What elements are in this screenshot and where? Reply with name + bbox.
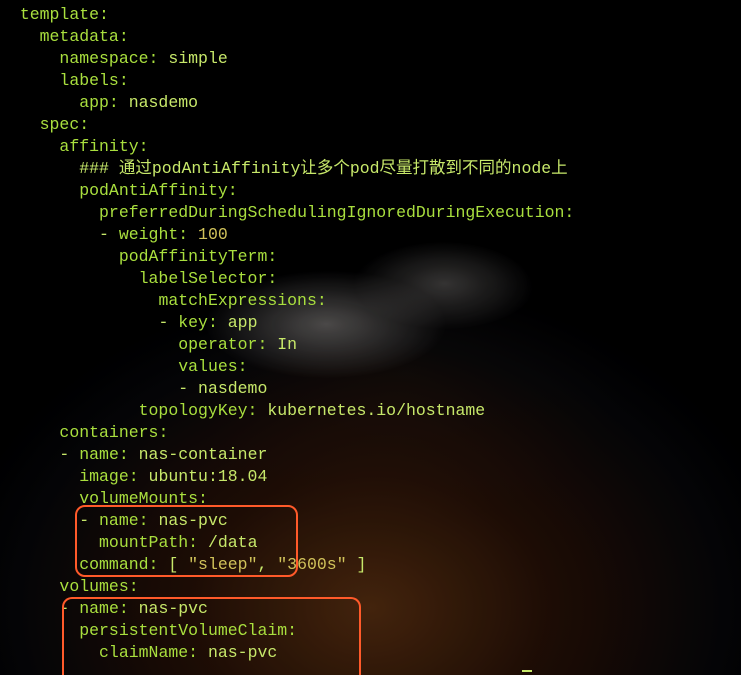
dash-icon: -	[99, 225, 119, 244]
key-mountpath: mountPath:	[99, 533, 198, 552]
val-operator: In	[267, 335, 297, 354]
comment-line: ### 通过podAntiAffinity让多个pod尽量打散到不同的node上	[79, 159, 567, 178]
key-preferred: preferredDuringSchedulingIgnoredDuringEx…	[99, 203, 574, 222]
key-metadata: metadata:	[40, 27, 129, 46]
key-topologykey: topologyKey:	[139, 401, 258, 420]
key-podaffinityterm: podAffinityTerm:	[119, 247, 277, 266]
key-volumes: volumes:	[59, 577, 138, 596]
key-values: values:	[178, 357, 247, 376]
val-weight: 100	[188, 225, 228, 244]
dash-icon: -	[79, 511, 99, 530]
val-app: nasdemo	[119, 93, 198, 112]
key-containers: containers:	[59, 423, 168, 442]
key-command: command:	[79, 555, 158, 574]
val-container-name: nas-container	[129, 445, 268, 464]
key-namespace: namespace:	[59, 49, 158, 68]
dash-icon: -	[59, 599, 79, 618]
key-vm-name: name:	[99, 511, 149, 530]
yaml-code-block: template: metadata: namespace: simple la…	[0, 0, 741, 664]
val-image: ubuntu:18.04	[139, 467, 268, 486]
key-claimname: claimName:	[99, 643, 198, 662]
key-weight: weight:	[119, 225, 188, 244]
val-namespace: simple	[158, 49, 227, 68]
key-podantiaffinity: podAntiAffinity:	[79, 181, 237, 200]
comma: ,	[257, 555, 277, 574]
val-mountpath: /data	[198, 533, 257, 552]
val-vol-name: nas-pvc	[129, 599, 208, 618]
key-labels: labels:	[59, 71, 128, 90]
key-pvc: persistentVolumeClaim:	[79, 621, 297, 640]
val-key: app	[218, 313, 258, 332]
dash-icon: -	[178, 379, 198, 398]
key-volumemounts: volumeMounts:	[79, 489, 208, 508]
bracket-close: ]	[347, 555, 367, 574]
bracket-open: [	[158, 555, 188, 574]
key-matchexpressions: matchExpressions:	[158, 291, 326, 310]
val-topologykey: kubernetes.io/hostname	[257, 401, 485, 420]
val-claimname: nas-pvc	[198, 643, 277, 662]
key-spec: spec:	[40, 115, 90, 134]
val-vm-name: nas-pvc	[149, 511, 228, 530]
key-labelselector: labelSelector:	[139, 269, 278, 288]
key-key: key:	[178, 313, 218, 332]
key-container-name: name:	[79, 445, 129, 464]
dash-icon: -	[59, 445, 79, 464]
key-template: template:	[20, 5, 109, 24]
dash-icon: -	[158, 313, 178, 332]
key-image: image:	[79, 467, 138, 486]
val-values-item: nasdemo	[198, 379, 267, 398]
key-vol-name: name:	[79, 599, 129, 618]
val-command-2: "3600s"	[277, 555, 346, 574]
val-command-1: "sleep"	[188, 555, 257, 574]
key-app: app:	[79, 93, 119, 112]
key-operator: operator:	[178, 335, 267, 354]
text-cursor-icon	[522, 670, 532, 672]
key-affinity: affinity:	[59, 137, 148, 156]
